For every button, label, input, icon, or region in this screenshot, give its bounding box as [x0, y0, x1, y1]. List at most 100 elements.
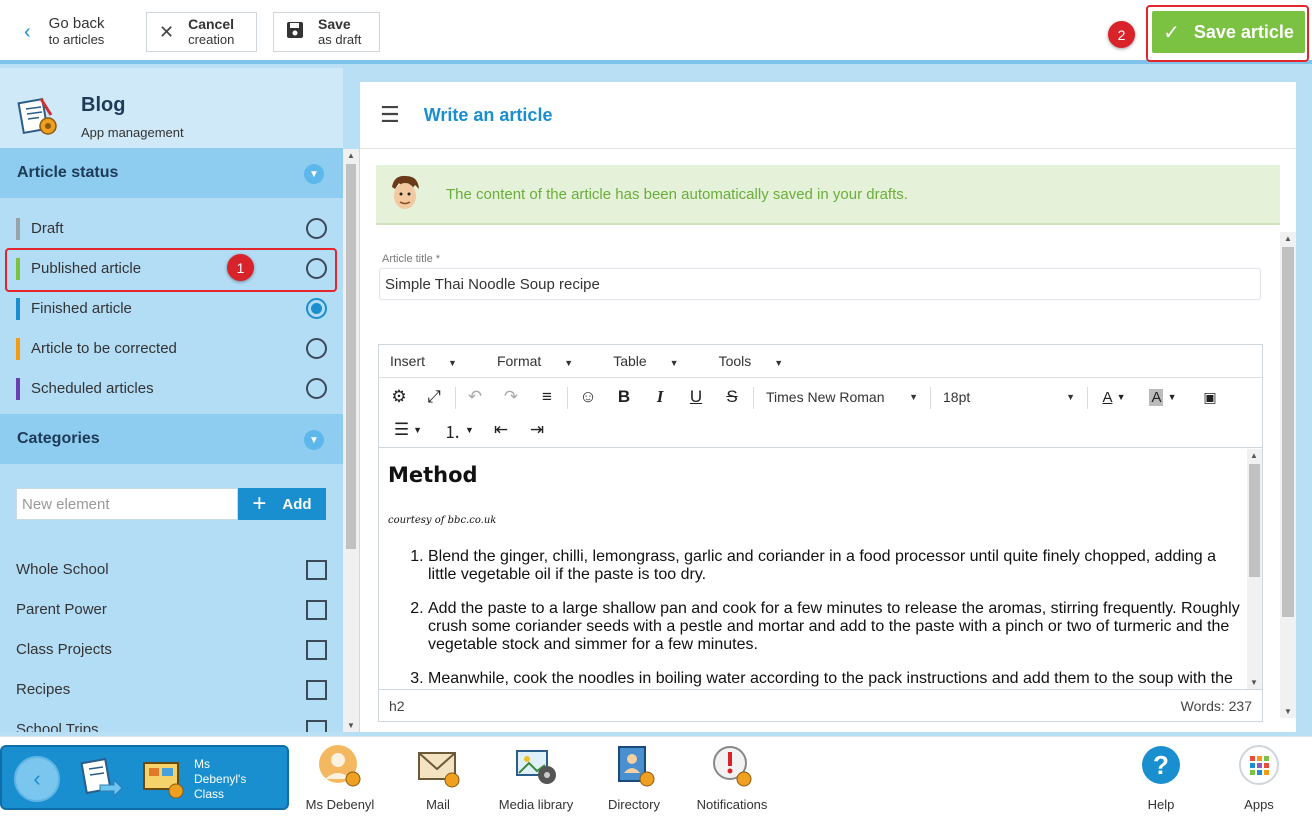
new-element-input[interactable] [16, 488, 238, 520]
menu-tools[interactable]: Tools ▼ [719, 353, 804, 369]
fullscreen-icon[interactable]: ⤢ [422, 385, 446, 409]
article-title-input[interactable]: Simple Thai Noodle Soup recipe [379, 268, 1261, 300]
editor-toolbar: ⚙ ⤢ ↶ ↷ ≡ ☺ B I U S Times New Roman ▼ 18… [379, 378, 1262, 448]
category-checkbox[interactable] [306, 640, 327, 660]
font-family-select[interactable]: Times New Roman ▼ [766, 382, 918, 412]
underline-icon[interactable]: U [684, 385, 708, 409]
current-class-name: Ms Debenyl's Class [194, 757, 247, 801]
dock-item-label: Apps [1244, 797, 1274, 812]
category-item-school-trips[interactable]: School Trips [16, 709, 327, 732]
scroll-down-icon[interactable]: ▼ [347, 721, 355, 730]
status-item-finished[interactable]: Finished article [0, 288, 343, 328]
align-center-icon[interactable]: ≡ [535, 385, 559, 409]
status-color-bar [16, 378, 20, 400]
dock-item-help[interactable]: ? Help [1116, 743, 1206, 812]
cancel-creation-button[interactable]: ✕ Cancel creation [146, 12, 257, 52]
class-board-icon[interactable] [140, 755, 186, 801]
bullet-list-icon[interactable]: ☰ ▼ [388, 418, 428, 442]
category-item-recipes[interactable]: Recipes [16, 669, 327, 709]
category-checkbox[interactable] [306, 680, 327, 700]
chevron-left-icon: ‹ [24, 20, 31, 43]
status-item-to-be-corrected[interactable]: Article to be corrected [0, 328, 343, 368]
sidebar-scrollbar[interactable]: ▲ ▼ [343, 149, 359, 732]
category-checkbox[interactable] [306, 600, 327, 620]
scrollbar-thumb[interactable] [1282, 247, 1294, 617]
strikethrough-icon[interactable]: S [720, 385, 744, 409]
menu-insert[interactable]: Insert ▼ [390, 353, 477, 369]
scrollbar-thumb[interactable] [1249, 464, 1260, 577]
category-item-class-projects[interactable]: Class Projects [16, 629, 327, 669]
caret-down-icon: ▼ [774, 358, 784, 368]
go-back-button[interactable]: ‹ Go back to articles [24, 12, 105, 52]
collapse-toggle-icon[interactable]: ▼ [304, 430, 324, 450]
status-radio[interactable] [306, 378, 327, 399]
status-item-scheduled[interactable]: Scheduled articles [0, 368, 343, 408]
menu-table-label: Table [613, 353, 647, 369]
menu-table[interactable]: Table ▼ [613, 353, 698, 369]
sidebar-title: Blog [81, 94, 126, 116]
autosave-notice-text: The content of the article has been auto… [446, 185, 908, 203]
hamburger-menu-icon[interactable]: ☰ [380, 102, 400, 128]
menu-format[interactable]: Format ▼ [497, 353, 593, 369]
dock-item-mail[interactable]: Mail [393, 743, 483, 812]
dock-item-media-library[interactable]: Media library [491, 743, 581, 812]
scroll-down-icon[interactable]: ▼ [1284, 707, 1292, 716]
text-color-icon[interactable]: A ▼ [1095, 385, 1133, 409]
outdent-icon[interactable]: ⇤ [489, 418, 513, 442]
current-class-panel[interactable]: ‹ Ms Debenyl's Class [0, 745, 289, 810]
scroll-up-icon[interactable]: ▲ [1250, 451, 1258, 460]
article-title-value: Simple Thai Noodle Soup recipe [385, 275, 600, 293]
redo-icon[interactable]: ↷ [499, 385, 523, 409]
numbered-list-icon[interactable]: ⒈ ▼ [439, 418, 479, 442]
scroll-down-icon[interactable]: ▼ [1250, 678, 1258, 687]
sidebar-header: Blog App management [0, 68, 343, 148]
category-item-parent-power[interactable]: Parent Power [16, 589, 327, 629]
directory-book-icon [618, 746, 655, 787]
dock-item-notifications[interactable]: Notifications [687, 743, 777, 812]
categories-header[interactable]: Categories ▼ [0, 414, 343, 464]
element-path[interactable]: h2 [389, 698, 405, 714]
dock-item-directory[interactable]: Directory [589, 743, 679, 812]
editor-statusbar: h2 Words: 237 [379, 689, 1262, 721]
scroll-up-icon[interactable]: ▲ [347, 151, 355, 160]
font-size-select[interactable]: 18pt ▼ [943, 382, 1075, 412]
category-item-whole-school[interactable]: Whole School [16, 549, 327, 589]
background-color-icon[interactable]: A ▼ [1144, 385, 1182, 409]
dock-item-ms-debenyl[interactable]: Ms Debenyl [295, 743, 385, 812]
article-status-header[interactable]: Article status ▼ [0, 148, 343, 198]
collapse-toggle-icon[interactable]: ▼ [304, 164, 324, 184]
bold-icon[interactable]: B [612, 385, 636, 409]
status-radio-selected[interactable] [306, 298, 327, 319]
status-item-draft[interactable]: Draft [0, 208, 343, 248]
notification-alert-icon [713, 746, 752, 787]
main-scrollbar[interactable]: ▲ ▼ [1280, 232, 1296, 718]
indent-icon[interactable]: ⇥ [525, 418, 549, 442]
status-label: Article to be corrected [31, 339, 177, 357]
dock-item-apps[interactable]: Apps [1214, 743, 1304, 812]
caret-down-icon: ▼ [909, 392, 918, 402]
font-family-value: Times New Roman [766, 389, 885, 405]
save-draft-button[interactable]: Save as draft [273, 12, 380, 52]
blog-app-icon[interactable] [78, 755, 124, 801]
editor-scrollbar[interactable]: ▲ ▼ [1247, 449, 1262, 689]
scrollbar-thumb[interactable] [346, 164, 356, 549]
emoticon-icon[interactable]: ☺ [576, 385, 600, 409]
step-badge-2: 2 [1108, 21, 1135, 48]
insert-image-icon[interactable]: ▣ [1198, 385, 1222, 409]
italic-icon[interactable]: I [648, 385, 672, 409]
category-checkbox[interactable] [306, 560, 327, 580]
recipe-step: Add the paste to a large shallow pan and… [428, 600, 1247, 654]
category-checkbox[interactable] [306, 720, 327, 732]
svg-text:?: ? [1153, 750, 1169, 780]
status-radio[interactable] [306, 218, 327, 239]
dock-back-button[interactable]: ‹ [14, 756, 60, 802]
undo-icon[interactable]: ↶ [463, 385, 487, 409]
apps-grid-icon [1239, 745, 1279, 785]
editor-content-area[interactable]: Method courtesy of bbc.co.uk Blend the g… [379, 449, 1247, 689]
category-label: Parent Power [16, 600, 107, 618]
add-category-button[interactable]: + Add [238, 488, 326, 520]
status-radio[interactable] [306, 338, 327, 359]
scroll-up-icon[interactable]: ▲ [1284, 234, 1292, 243]
autosave-notice: The content of the article has been auto… [376, 165, 1280, 225]
settings-gear-icon[interactable]: ⚙ [387, 385, 411, 409]
